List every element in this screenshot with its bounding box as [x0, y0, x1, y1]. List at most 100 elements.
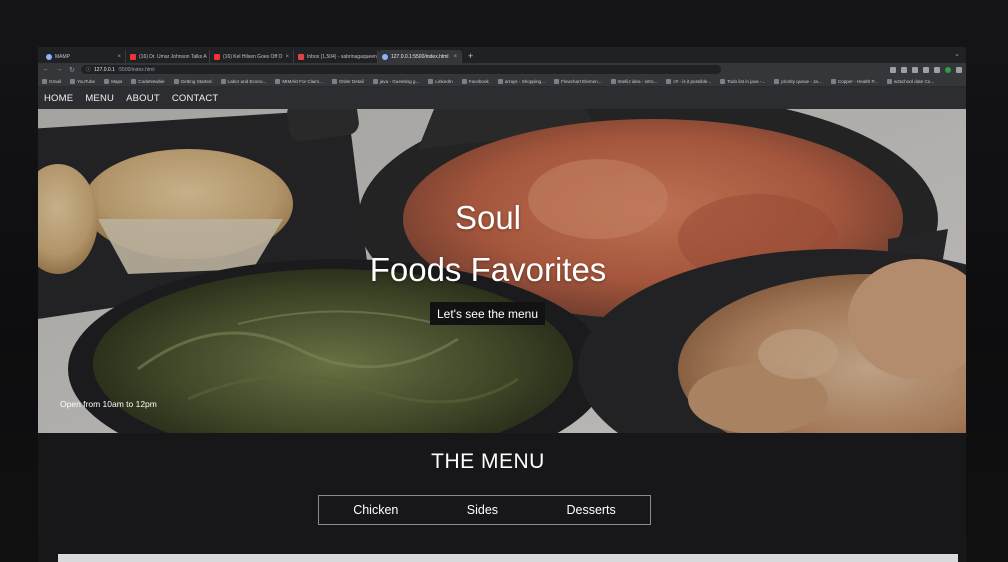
bookmark-star-icon[interactable] — [901, 66, 907, 73]
bookmark-item[interactable]: Flowchart Elemen... — [553, 78, 602, 84]
page-icon — [382, 53, 388, 60]
bookmark-label: YouTube — [77, 78, 96, 84]
nav-about-link[interactable]: ABOUT — [126, 93, 160, 104]
nav-contact-link[interactable]: CONTACT — [172, 93, 219, 104]
extensions-area — [890, 66, 962, 73]
bookmark-label: IntelliJ idea - intro... — [617, 78, 658, 84]
bookmarks-bar: Gmail YouTube Maps CodeNewbie Getting Starte… — [38, 76, 966, 87]
see-menu-button[interactable]: Let's see the menu — [430, 302, 546, 325]
hours-text: Open from 10am to 12pm — [60, 399, 157, 409]
youtube-icon — [130, 53, 136, 60]
bookmark-item[interactable]: Maps — [104, 78, 123, 84]
bookmark-label: priority queue - Ja... — [781, 78, 822, 84]
menu-heading: THE MENU — [431, 450, 545, 473]
bookmark-item[interactable]: Getting Started — [173, 78, 212, 84]
bookmark-item[interactable]: IntelliJ idea - intro... — [610, 78, 658, 84]
tab-localhost[interactable]: 127.0.0.1:5500/index.html × — [378, 50, 462, 63]
bookmark-favicon-icon — [173, 78, 179, 84]
bookmark-favicon-icon — [610, 78, 616, 84]
bookmark-item[interactable]: Gmail — [42, 78, 61, 84]
puzzle-icon[interactable] — [923, 66, 929, 73]
bookmark-label: arrays - Shopping... — [504, 78, 545, 84]
kebab-menu-icon[interactable] — [956, 66, 962, 73]
bookmark-label: MIMAkt For Claim... — [282, 78, 323, 84]
bookmark-item[interactable]: Todo list in java -... — [720, 78, 765, 84]
tab-label: MAMP — [55, 53, 70, 60]
new-tab-button[interactable]: + — [462, 50, 479, 63]
bookmark-item[interactable]: Facebook — [461, 78, 489, 84]
bookmark-item[interactable]: priority queue - Ja... — [774, 78, 822, 84]
address-bar-row: ← → ↻ ⓘ 127.0.0.1:5500/index.html — [38, 63, 966, 76]
bookmark-item[interactable]: Copper - Health P... — [830, 78, 878, 84]
bookmark-label: c# - is it possible... — [673, 78, 712, 84]
bookmark-favicon-icon — [774, 78, 780, 84]
tab-gmail[interactable]: Inbox (1,504) - sabrinagaqueen × — [294, 50, 378, 63]
extension-icon[interactable] — [912, 66, 918, 73]
bookmark-item[interactable]: CodeNewbie — [131, 78, 165, 84]
info-icon: ⓘ — [86, 67, 92, 73]
tab-label: (16) Dr. Umar Johnson Talks A — [139, 53, 207, 60]
hero-title-line2: Foods Favorites — [369, 251, 607, 288]
tab-desserts[interactable]: Desserts — [566, 503, 615, 517]
url-host: 127.0.0.1 — [94, 66, 115, 73]
bookmark-item[interactable]: w3school date Co... — [886, 78, 935, 84]
tab-mamp[interactable]: MAMP × — [42, 50, 126, 63]
tab-sides[interactable]: Sides — [467, 503, 498, 517]
bookmark-item[interactable]: arrays - Shopping... — [497, 78, 545, 84]
hero-title-line1: Soul — [454, 199, 522, 236]
back-arrow-icon[interactable]: ← — [42, 66, 50, 73]
bookmark-item[interactable]: MIMAkt For Claim... — [275, 78, 323, 84]
site-navbar: HOME MENU ABOUT CONTACT — [38, 87, 966, 109]
bookmark-favicon-icon — [428, 78, 434, 84]
menu-tabs: Chicken Sides Desserts — [318, 495, 651, 525]
nav-menu-link[interactable]: MENU — [85, 93, 114, 104]
bookmark-item[interactable]: java - Guessing g... — [372, 78, 420, 84]
bookmark-favicon-icon — [131, 78, 137, 84]
reload-icon[interactable]: ↻ — [68, 66, 76, 74]
bookmark-label: Flowchart Elemen... — [560, 78, 602, 84]
bookmark-label: Facebook — [468, 78, 489, 84]
bookmark-favicon-icon — [104, 78, 110, 84]
mamp-icon — [46, 53, 52, 60]
bookmark-label: w3school date Co... — [893, 78, 935, 84]
sidepanel-icon[interactable] — [934, 66, 940, 73]
tab-chicken[interactable]: Chicken — [353, 503, 398, 517]
tab-youtube-2[interactable]: (16) Kel Hilsen Goes Off O × — [210, 50, 294, 63]
bookmark-favicon-icon — [372, 78, 378, 84]
bookmark-favicon-icon — [886, 78, 892, 84]
bookmark-label: Labor and Econo... — [227, 78, 267, 84]
close-icon[interactable]: × — [117, 54, 121, 60]
bookmark-favicon-icon — [70, 78, 75, 84]
hero-banner: Soul Foods Favorites Let's see the menu … — [38, 109, 966, 433]
bookmark-label: java - Guessing g... — [379, 78, 420, 84]
bookmark-favicon-icon — [331, 78, 337, 84]
tab-label: 127.0.0.1:5500/index.html — [391, 53, 449, 60]
close-icon[interactable]: × — [285, 54, 289, 60]
url-input[interactable]: ⓘ 127.0.0.1:5500/index.html — [81, 65, 721, 74]
bookmark-label: Maps — [111, 78, 123, 84]
bookmark-label: Order Detail — [338, 78, 364, 84]
bookmark-item[interactable]: LinkedIn — [428, 78, 453, 84]
close-icon[interactable]: × — [453, 54, 457, 60]
content-strip — [58, 554, 958, 562]
bookmark-item[interactable]: Labor and Econo... — [220, 78, 267, 84]
bookmark-item[interactable]: YouTube — [70, 78, 96, 84]
bookmark-label: CodeNewbie — [138, 78, 165, 84]
youtube-icon — [214, 53, 220, 60]
bookmark-label: Gmail — [49, 78, 61, 84]
tab-label: Inbox (1,504) - sabrinagaqueen — [307, 53, 377, 60]
bookmark-item[interactable]: Order Detail — [331, 78, 364, 84]
tab-label: (16) Kel Hilsen Goes Off O — [223, 53, 283, 60]
share-icon[interactable] — [890, 66, 896, 73]
chevron-down-icon[interactable]: ⌄ — [954, 50, 960, 58]
bookmark-favicon-icon — [830, 78, 836, 84]
tab-youtube-1[interactable]: (16) Dr. Umar Johnson Talks A × — [126, 50, 210, 63]
forward-arrow-icon[interactable]: → — [55, 66, 63, 73]
profile-avatar[interactable] — [945, 66, 951, 73]
bookmark-favicon-icon — [275, 78, 281, 84]
browser-window: MAMP × (16) Dr. Umar Johnson Talks A × (… — [38, 47, 966, 562]
bookmark-favicon-icon — [461, 78, 467, 84]
bookmark-item[interactable]: c# - is it possible... — [666, 78, 712, 84]
nav-home-link[interactable]: HOME — [44, 93, 73, 104]
tab-strip: MAMP × (16) Dr. Umar Johnson Talks A × (… — [38, 47, 966, 63]
